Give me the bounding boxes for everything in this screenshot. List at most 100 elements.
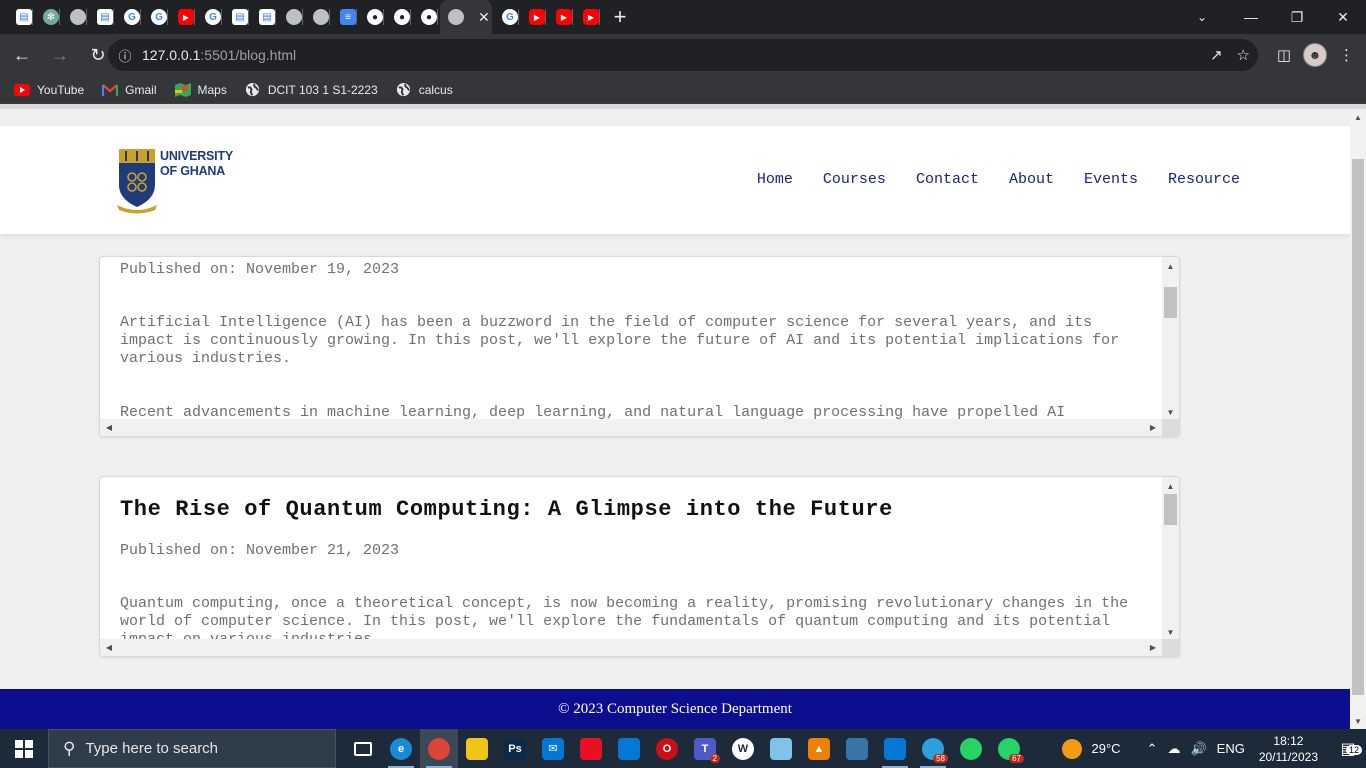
scroll-right-arrow-icon[interactable]: ▶ — [1146, 419, 1160, 436]
forward-button[interactable]: → — [44, 39, 76, 71]
post-scroll-area[interactable]: Published on: November 19, 2023 Artifici… — [100, 257, 1162, 419]
browser-tab[interactable]: ✻Ch — [35, 0, 60, 34]
taskbar-app-whatsapp-business[interactable]: 67 — [990, 729, 1028, 768]
post-horizontal-scrollbar[interactable]: ◀ ▶ — [100, 639, 1162, 656]
nav-link-home[interactable]: Home — [757, 171, 793, 188]
taskbar-app-python[interactable] — [838, 729, 876, 768]
browser-tab[interactable]: ▤ed — [89, 0, 114, 34]
blog-post-ai[interactable]: Published on: November 19, 2023 Artifici… — [99, 256, 1180, 437]
nav-link-events[interactable]: Events — [1084, 171, 1138, 188]
weather-widget[interactable]: 29°C — [1061, 738, 1121, 759]
profile-avatar[interactable]: ☻ — [1303, 43, 1327, 67]
scroll-up-arrow-icon[interactable]: ▲ — [1350, 109, 1366, 125]
post-scroll-area[interactable]: The Rise of Quantum Computing: A Glimpse… — [100, 477, 1162, 639]
onedrive-icon[interactable]: ☁ — [1167, 741, 1180, 757]
clock[interactable]: 18:12 20/11/2023 — [1259, 733, 1318, 765]
start-button[interactable] — [0, 729, 48, 768]
taskbar-app-task-view[interactable] — [344, 729, 382, 768]
taskbar-search-box[interactable]: ⚲ Type here to search — [48, 729, 336, 768]
url-text[interactable]: 127.0.0.1:5501/blog.html — [142, 47, 296, 63]
site-info-icon[interactable]: ⓘ — [108, 46, 142, 65]
browser-tab[interactable]: GGc — [494, 0, 519, 34]
browser-tab[interactable]: ●Wi — [359, 0, 384, 34]
university-logo[interactable]: UNIVERSITY OF GHANA — [116, 147, 233, 214]
page-vertical-scrollbar[interactable]: ▲ ▼ — [1350, 109, 1366, 729]
blog-post-quantum[interactable]: The Rise of Quantum Computing: A Glimpse… — [99, 476, 1180, 657]
bookmark-youtube[interactable]: YouTube — [14, 82, 84, 98]
taskbar-app-opera[interactable]: O — [648, 729, 686, 768]
tab-search-chevron-icon[interactable]: ⌄ — [1188, 0, 1216, 34]
minimize-button[interactable]: — — [1228, 0, 1274, 34]
nav-link-about[interactable]: About — [1009, 171, 1054, 188]
bookmark-calcus[interactable]: calcus — [396, 82, 453, 98]
taskbar-app-store[interactable] — [610, 729, 648, 768]
taskbar-app-notepad[interactable] — [762, 729, 800, 768]
scrollbar-thumb[interactable] — [1164, 494, 1177, 525]
browser-tab[interactable]: ▤ed — [251, 0, 276, 34]
nav-link-courses[interactable]: Courses — [823, 171, 886, 188]
browser-tab[interactable]: ▤Ev — [8, 0, 33, 34]
address-bar[interactable]: ⓘ 127.0.0.1:5501/blog.html ↗ ☆ — [108, 39, 1258, 71]
notifications-button[interactable]: ▤ 12 — [1330, 739, 1366, 759]
post-vertical-scrollbar[interactable]: ▲ ▼ — [1162, 477, 1179, 639]
tab-list: ▤Ev✻ChBl▤edGugGba▶(2!Glin▤Ab▤edCcCA≡DC●W… — [0, 0, 602, 34]
taskbar-app-telegram[interactable]: 58 — [914, 729, 952, 768]
taskbar-app-whatsapp[interactable] — [952, 729, 990, 768]
page-scrollbar-thumb[interactable] — [1352, 159, 1364, 695]
bookmark-maps[interactable]: Maps — [174, 82, 227, 98]
browser-tab[interactable]: Gug — [116, 0, 141, 34]
scroll-down-arrow-icon[interactable]: ▼ — [1350, 713, 1366, 729]
scroll-right-arrow-icon[interactable]: ▶ — [1146, 639, 1160, 656]
scroll-left-arrow-icon[interactable]: ◀ — [102, 639, 116, 656]
share-icon[interactable]: ↗ — [1210, 46, 1223, 64]
browser-tab-strip: ▤Ev✻ChBl▤edGugGba▶(2!Glin▤Ab▤edCcCA≡DC●W… — [0, 0, 1366, 34]
post-horizontal-scrollbar[interactable]: ◀ ▶ — [100, 419, 1162, 436]
chevron-up-icon[interactable]: ⌃ — [1147, 741, 1158, 757]
taskbar-app-file-explorer[interactable] — [458, 729, 496, 768]
taskbar-app-vscode[interactable] — [876, 729, 914, 768]
browser-tab[interactable]: ✕ — [440, 0, 492, 34]
browser-tab[interactable]: Gba — [143, 0, 168, 34]
browser-tab[interactable]: Cc — [278, 0, 303, 34]
back-button[interactable]: ← — [6, 39, 38, 71]
new-tab-button[interactable]: + — [602, 0, 638, 34]
scrollbar-thumb[interactable] — [1164, 287, 1177, 318]
scroll-down-arrow-icon[interactable]: ▼ — [1162, 405, 1179, 419]
taskbar-app-vlc[interactable]: ▲ — [800, 729, 838, 768]
taskbar-app-mail[interactable]: ✉ — [534, 729, 572, 768]
menu-kebab-icon[interactable]: ⋮ — [1339, 46, 1354, 64]
restore-button[interactable]: ❐ — [1274, 0, 1320, 34]
nav-link-resource[interactable]: Resource — [1168, 171, 1240, 188]
volume-icon[interactable]: 🔊 — [1190, 741, 1206, 757]
browser-tab[interactable]: ▶(2! — [170, 0, 195, 34]
close-tab-icon[interactable]: ✕ — [478, 9, 490, 26]
taskbar-app-photoshop[interactable]: Ps — [496, 729, 534, 768]
scroll-up-arrow-icon[interactable]: ▲ — [1162, 259, 1179, 273]
taskbar-app-record[interactable] — [572, 729, 610, 768]
scroll-up-arrow-icon[interactable]: ▲ — [1162, 479, 1179, 493]
taskbar-app-teams[interactable]: T2 — [686, 729, 724, 768]
browser-tab[interactable]: ●De — [386, 0, 411, 34]
scroll-down-arrow-icon[interactable]: ▼ — [1162, 625, 1179, 639]
side-panel-icon[interactable]: ◫ — [1277, 46, 1291, 64]
browser-tab[interactable]: ≡DC — [332, 0, 357, 34]
language-indicator[interactable]: ENG — [1217, 741, 1245, 756]
bookmark-dcit[interactable]: DCIT 103 1 S1-2223 — [245, 82, 378, 98]
browser-tab[interactable]: ▶(2! — [548, 0, 573, 34]
browser-tab[interactable]: ▶(2 — [575, 0, 600, 34]
browser-tab[interactable]: Bl — [62, 0, 87, 34]
browser-tab[interactable]: ▶(2! — [521, 0, 546, 34]
browser-tab[interactable]: CA — [305, 0, 330, 34]
scroll-left-arrow-icon[interactable]: ◀ — [102, 419, 116, 436]
browser-tab[interactable]: ▤Ab — [224, 0, 249, 34]
close-window-button[interactable]: ✕ — [1320, 0, 1366, 34]
taskbar-app-wps[interactable]: W — [724, 729, 762, 768]
taskbar-app-edge[interactable]: e — [382, 729, 420, 768]
bookmark-gmail[interactable]: Gmail — [102, 82, 157, 98]
taskbar-app-chrome[interactable] — [420, 729, 458, 768]
bookmark-star-icon[interactable]: ☆ — [1237, 46, 1250, 64]
browser-tab[interactable]: ●Pe — [413, 0, 438, 34]
nav-link-contact[interactable]: Contact — [916, 171, 979, 188]
post-vertical-scrollbar[interactable]: ▲ ▼ — [1162, 257, 1179, 419]
browser-tab[interactable]: Glin — [197, 0, 222, 34]
